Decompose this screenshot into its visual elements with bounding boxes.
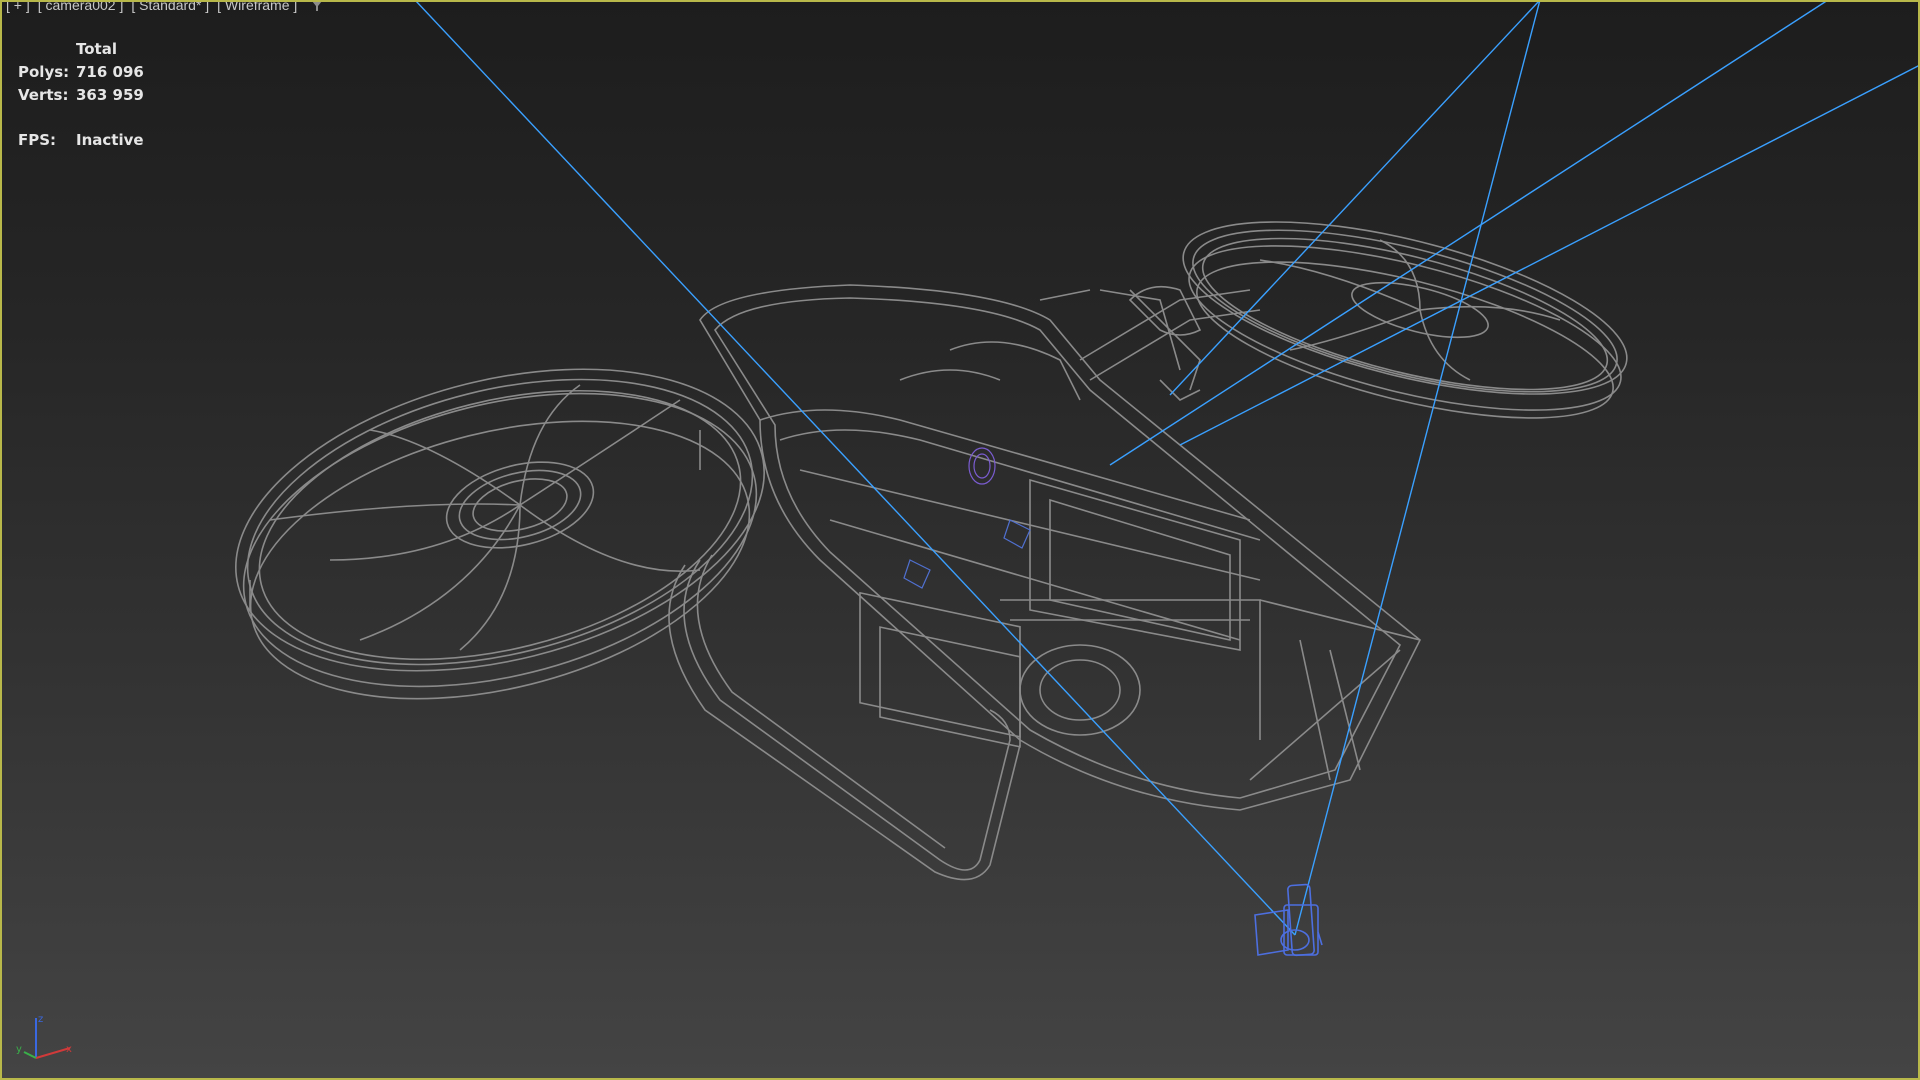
right-rotor-wireframe	[1182, 221, 1628, 419]
camera-gizmo-icon[interactable]	[1254, 883, 1323, 957]
light-helper-icon[interactable]	[903, 519, 1031, 589]
camera-target-icon[interactable]	[968, 447, 996, 485]
axis-y-label: y	[16, 1044, 22, 1055]
bumper-guard-wireframe	[668, 554, 1021, 881]
wireframe-drone-model[interactable]	[204, 187, 1643, 881]
fuselage-wireframe	[699, 284, 1422, 811]
rotor-arm-wireframe	[1079, 285, 1261, 401]
camera-frustum-lines	[414, 0, 1920, 936]
axis-x-label: x	[66, 1044, 72, 1055]
axis-z-label: z	[38, 1014, 43, 1025]
axis-gizmo-icon: z x y	[16, 1014, 72, 1059]
viewport-scene[interactable]	[0, 0, 1920, 1080]
